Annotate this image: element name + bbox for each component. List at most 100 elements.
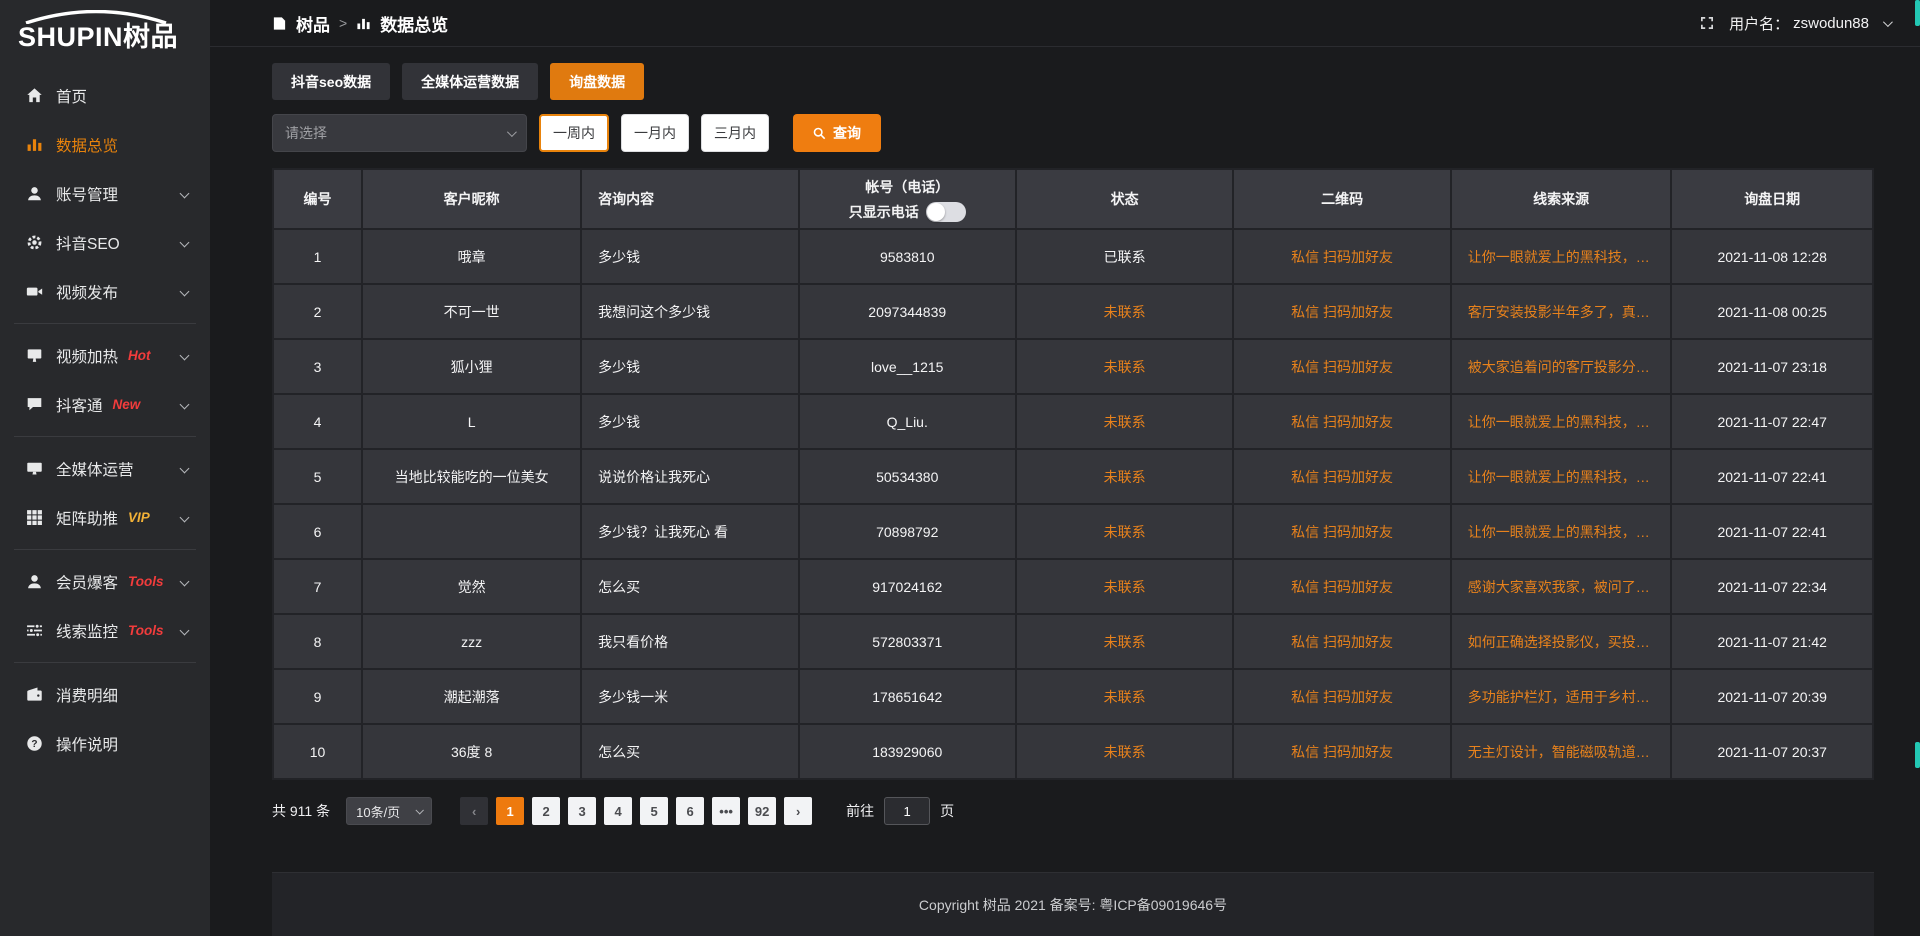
breadcrumb-root[interactable]: 树品 [296,11,330,36]
prev-page-button[interactable]: ‹ [460,797,488,825]
document-icon [272,16,287,31]
cell-source-link[interactable]: 多功能护栏灯，适用于乡村文... [1452,670,1671,723]
table-row: 4L多少钱Q_Liu.未联系私信 扫码加好友让你一眼就爱上的黑科技，能...20… [274,395,1872,448]
sidebar-divider [14,323,196,324]
cell-nickname: zzz [363,615,580,668]
filter-bar: 请选择 一周内 一月内 三月内 查询 [272,114,1874,152]
cell-qrcode-link[interactable]: 私信 扫码加好友 [1234,230,1449,283]
tools-badge: Tools [128,623,164,638]
col-header-content: 咨询内容 [582,170,797,228]
vip-badge: VIP [128,510,150,525]
sidebar-item-label: 操作说明 [56,733,118,755]
search-button-label: 查询 [833,123,861,143]
page-size-select[interactable]: 10条/页 [346,797,432,825]
range-week-button[interactable]: 一周内 [539,114,609,152]
cell-account: 70898792 [800,505,1015,558]
cell-number: 3 [274,340,361,393]
cell-status: 未联系 [1017,725,1232,778]
col-header-qrcode: 二维码 [1234,170,1449,228]
page-button[interactable]: 92 [748,797,776,825]
table-row: 1036度 8怎么买183929060未联系私信 扫码加好友无主灯设计，智能磁吸… [274,725,1872,778]
username[interactable]: zswodun88 [1793,15,1869,32]
chevron-down-icon [180,351,190,361]
home-icon [26,87,43,104]
goto-suffix: 页 [940,801,954,821]
account-select[interactable]: 请选择 [272,114,527,152]
cell-source-link[interactable]: 客厅安装投影半年多了，真实... [1452,285,1671,338]
new-badge: New [113,397,141,412]
cell-number: 9 [274,670,361,723]
phone-only-toggle[interactable] [926,202,966,222]
cell-source-link[interactable]: 如何正确选择投影仪，买投影... [1452,615,1671,668]
chevron-down-icon [180,287,190,297]
cell-status: 已联系 [1017,230,1232,283]
sidebar-item-member-baoke[interactable]: 会员爆客 Tools [0,557,210,606]
cell-nickname: 36度 8 [363,725,580,778]
page-button[interactable]: 5 [640,797,668,825]
page-size-value: 10条/页 [356,802,400,821]
fullscreen-icon[interactable] [1699,15,1715,31]
cell-qrcode-link[interactable]: 私信 扫码加好友 [1234,340,1449,393]
range-month-button[interactable]: 一月内 [621,114,689,152]
sliders-icon [26,622,43,639]
sidebar-item-label: 线索监控 [56,620,118,642]
footer: Copyright 树品 2021 备案号: 粤ICP备09019646号 [272,872,1874,936]
cell-source-link[interactable]: 让你一眼就爱上的黑科技，能... [1452,505,1671,558]
page-button[interactable]: 2 [532,797,560,825]
range-quarter-button[interactable]: 三月内 [701,114,769,152]
cell-status: 未联系 [1017,560,1232,613]
cell-nickname: 哦章 [363,230,580,283]
cell-qrcode-link[interactable]: 私信 扫码加好友 [1234,450,1449,503]
chevron-down-icon [507,127,517,137]
page-ellipsis-button[interactable]: ••• [712,797,740,825]
cell-source-link[interactable]: 让你一眼就爱上的黑科技，能... [1452,450,1671,503]
sidebar-item-video-publish[interactable]: 视频发布 [0,267,210,316]
cell-nickname: 当地比较能吃的一位美女 [363,450,580,503]
sidebar-item-omnimedia[interactable]: 全媒体运营 [0,444,210,493]
goto-page-input[interactable] [884,797,930,825]
next-page-button[interactable]: › [784,797,812,825]
cell-nickname: L [363,395,580,448]
cell-source-link[interactable]: 感谢大家喜欢我家，被问了好... [1452,560,1671,613]
tab-douyin-seo-data[interactable]: 抖音seo数据 [272,63,390,100]
chat-icon [26,396,43,413]
cell-date: 2021-11-07 22:47 [1672,395,1872,448]
sidebar-item-account-management[interactable]: 账号管理 [0,169,210,218]
sidebar-item-data-overview[interactable]: 数据总览 [0,120,210,169]
tab-bar: 抖音seo数据 全媒体运营数据 询盘数据 [272,63,1874,100]
cell-date: 2021-11-07 22:41 [1672,505,1872,558]
sidebar-item-consumption-details[interactable]: 消费明细 [0,670,210,719]
page-button[interactable]: 1 [496,797,524,825]
table-body: 1哦章多少钱9583810已联系私信 扫码加好友让你一眼就爱上的黑科技，能...… [274,230,1872,778]
chevron-down-icon[interactable] [1883,17,1893,27]
cell-source-link[interactable]: 被大家追着问的客厅投影分享... [1452,340,1671,393]
page-button[interactable]: 4 [604,797,632,825]
goto-label: 前往 [846,801,874,821]
tab-omnimedia-data[interactable]: 全媒体运营数据 [402,63,538,100]
search-button[interactable]: 查询 [793,114,881,152]
page-button[interactable]: 6 [676,797,704,825]
cell-qrcode-link[interactable]: 私信 扫码加好友 [1234,560,1449,613]
cell-number: 1 [274,230,361,283]
cell-qrcode-link[interactable]: 私信 扫码加好友 [1234,670,1449,723]
sidebar-item-video-heat[interactable]: 视频加热 Hot [0,331,210,380]
content: 抖音seo数据 全媒体运营数据 询盘数据 请选择 一周内 一月内 三月内 查询 [210,47,1920,936]
page-button[interactable]: 3 [568,797,596,825]
sidebar-item-help[interactable]: ? 操作说明 [0,719,210,768]
sidebar-item-lead-monitor[interactable]: 线索监控 Tools [0,606,210,655]
cell-qrcode-link[interactable]: 私信 扫码加好友 [1234,285,1449,338]
sidebar-item-doukeotong[interactable]: 抖客通 New [0,380,210,429]
cell-qrcode-link[interactable]: 私信 扫码加好友 [1234,615,1449,668]
cell-date: 2021-11-08 12:28 [1672,230,1872,283]
sidebar-item-matrix-boost[interactable]: 矩阵助推 VIP [0,493,210,542]
cell-qrcode-link[interactable]: 私信 扫码加好友 [1234,725,1449,778]
cell-source-link[interactable]: 让你一眼就爱上的黑科技，能... [1452,230,1671,283]
cell-source-link[interactable]: 无主灯设计，智能磁吸轨道灯... [1452,725,1671,778]
cell-qrcode-link[interactable]: 私信 扫码加好友 [1234,395,1449,448]
sidebar-item-home[interactable]: 首页 [0,71,210,120]
sidebar-item-douyin-seo[interactable]: 抖音SEO [0,218,210,267]
cell-qrcode-link[interactable]: 私信 扫码加好友 [1234,505,1449,558]
sidebar-item-label: 矩阵助推 [56,507,118,529]
cell-source-link[interactable]: 让你一眼就爱上的黑科技，能... [1452,395,1671,448]
tab-inquiry-data[interactable]: 询盘数据 [550,63,644,100]
